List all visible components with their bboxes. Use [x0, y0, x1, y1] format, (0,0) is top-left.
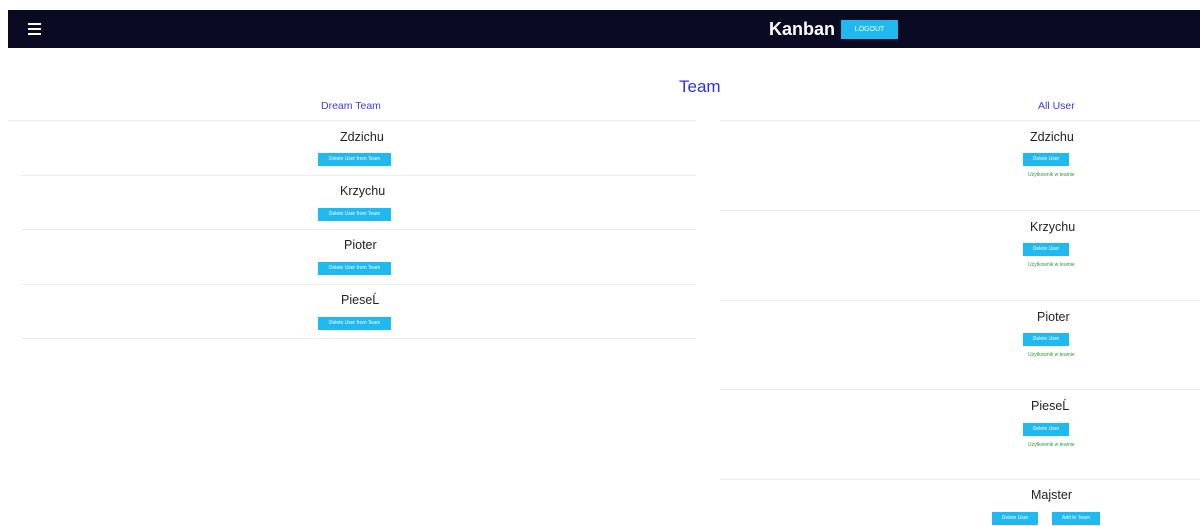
page-title: Team — [679, 77, 721, 96]
user-in-team-status: Użytkownik w teamie — [1028, 442, 1075, 448]
divider — [22, 284, 696, 285]
divider — [8, 120, 696, 121]
team-title: Dream Team — [321, 100, 381, 112]
divider — [720, 210, 1200, 211]
delete-user-button[interactable]: Delete User — [1023, 333, 1069, 346]
user-name: Zdzichu — [1030, 130, 1074, 144]
delete-user-button[interactable]: Delete User — [1023, 243, 1069, 256]
delete-user-button[interactable]: Delete User — [992, 512, 1038, 525]
team-member-name: PieseĹ — [341, 293, 390, 307]
add-to-team-button[interactable]: Add to Team — [1052, 512, 1100, 525]
team-member-name: Zdzichu — [340, 130, 384, 144]
user-in-team-status: Użytkownik w teamie — [1028, 172, 1075, 178]
delete-user-from-team-button[interactable]: Delete User from Team — [318, 208, 391, 221]
divider — [720, 389, 1200, 390]
team-member-name: Krzychu — [340, 184, 386, 198]
divider — [720, 479, 1200, 480]
divider — [22, 338, 696, 339]
user-name: Pioter — [1037, 310, 1070, 324]
divider — [720, 300, 1200, 301]
user-name: Majster — [1031, 488, 1072, 502]
user-name: PieseĹ — [1031, 399, 1080, 413]
user-in-team-status: Użytkownik w teamie — [1028, 352, 1075, 358]
delete-user-button[interactable]: Delete User — [1023, 153, 1069, 166]
delete-user-from-team-button[interactable]: Delete User from Team — [318, 317, 391, 330]
user-name: Krzychu — [1030, 220, 1076, 234]
brand-title: Kanban — [769, 19, 836, 39]
logout-button[interactable]: LOGOUT — [841, 20, 898, 39]
delete-user-from-team-button[interactable]: Delete User from Team — [318, 262, 391, 275]
user-in-team-status: Użytkownik w teamie — [1028, 262, 1075, 268]
divider — [22, 175, 696, 176]
all-users-title: All User — [1038, 100, 1075, 112]
hamburger-menu-icon[interactable] — [28, 23, 41, 35]
delete-user-from-team-button[interactable]: Delete User from Team — [318, 153, 391, 166]
delete-user-button[interactable]: Delete User — [1023, 423, 1069, 436]
team-member-name: Pioter — [344, 238, 377, 252]
top-navbar: Kanban LOGOUT — [8, 10, 1200, 48]
divider — [720, 120, 1200, 121]
divider — [22, 229, 696, 230]
